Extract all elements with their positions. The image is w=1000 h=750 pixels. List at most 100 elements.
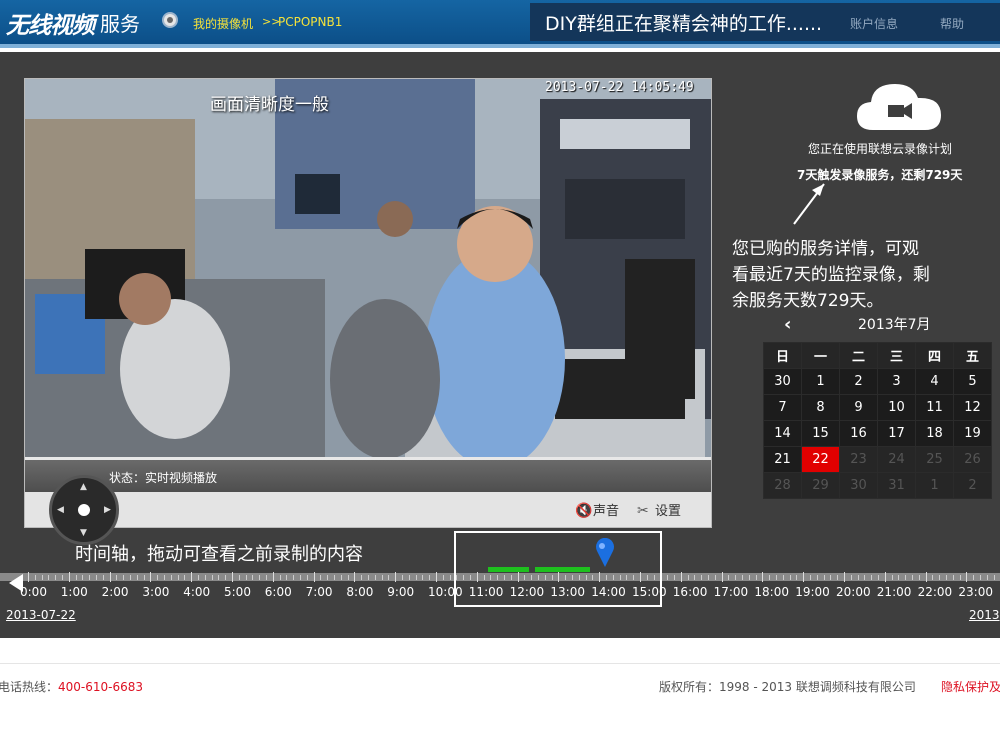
calendar-day[interactable]: 2 [839, 368, 878, 395]
timeline-minor-tick [164, 575, 165, 580]
weekday-header: 二 [839, 342, 878, 369]
timeline-minor-tick [55, 575, 57, 580]
timeline-minor-tick [327, 575, 329, 580]
logo[interactable]: 无线视频 [6, 6, 95, 40]
calendar-day[interactable]: 19 [953, 420, 992, 447]
timeline-minor-tick [136, 575, 138, 580]
timeline-hour-label: 21:00 [876, 585, 912, 599]
sound-button[interactable]: 🔇声音 [575, 500, 619, 519]
calendar-prev-month-button[interactable]: ‹ [784, 314, 791, 335]
calendar-day[interactable]: 4 [915, 368, 954, 395]
arrow-right-icon[interactable]: ▶ [104, 505, 111, 515]
timeline-scroll-left-icon[interactable] [9, 574, 23, 592]
timeline-minor-tick [939, 575, 941, 580]
timeline-minor-tick [306, 575, 308, 580]
callout-arrow-icon [793, 183, 825, 225]
calendar-day[interactable]: 14 [763, 420, 802, 447]
timeline-minor-tick [667, 575, 669, 580]
timeline-hour-label: 20:00 [836, 585, 871, 599]
calendar-day-disabled: 2 [953, 472, 992, 499]
calendar-day[interactable]: 7 [763, 394, 802, 421]
timeline-minor-tick [905, 575, 907, 580]
privacy-link[interactable]: 隐私保护及 [941, 678, 1000, 695]
timeline-minor-tick [116, 575, 118, 580]
timeline-minor-tick [211, 575, 213, 580]
breadcrumb-my-cameras[interactable]: 我的摄像机 [193, 15, 253, 32]
timeline-major-tick [721, 572, 723, 582]
timeline-minor-tick [742, 575, 743, 580]
timeline-minor-tick [776, 575, 777, 580]
timeline-hour-label: 6:00 [264, 585, 292, 599]
timeline-minor-tick [402, 575, 403, 580]
calendar-day[interactable]: 16 [839, 420, 878, 447]
calendar-day[interactable]: 11 [915, 394, 954, 421]
calendar-day-disabled: 29 [801, 472, 840, 499]
timeline-minor-tick [429, 575, 431, 580]
footer-hotline: 电话热线：400-610-6683 [0, 678, 143, 695]
timeline-major-tick [272, 572, 274, 582]
timeline-minor-tick [89, 575, 91, 580]
arrow-up-icon[interactable]: ▲ [80, 482, 87, 492]
timeline-minor-tick [973, 575, 975, 580]
live-video-view[interactable]: 2013-07-22 14:05:49 画面清晰度一般 [25, 79, 711, 457]
sound-label: 声音 [593, 504, 620, 519]
timeline-major-tick [28, 572, 29, 582]
calendar-day[interactable]: 15 [801, 420, 840, 447]
calendar-day[interactable]: 1 [801, 368, 840, 395]
calendar-day[interactable]: 18 [915, 420, 954, 447]
timeline-minor-tick [714, 575, 716, 580]
timeline-minor-tick [184, 575, 186, 580]
ptz-center-button[interactable] [78, 504, 90, 516]
calendar-day[interactable]: 8 [801, 394, 840, 421]
calendar-day[interactable]: 9 [839, 394, 878, 421]
timeline-minor-tick [918, 575, 920, 580]
quality-annotation: 画面清晰度一般 [210, 95, 329, 115]
breadcrumb-device[interactable]: PCPOPNB1 [278, 15, 342, 29]
help-link[interactable]: 帮助 [940, 15, 964, 32]
footer-copyright: 版权所有：1998 - 2013 联想调频科技有限公司 [659, 680, 916, 694]
timeline-minor-tick [857, 575, 859, 580]
weekday-header: 三 [877, 342, 916, 369]
timeline-minor-tick [123, 575, 125, 580]
timeline-hour-label: 18:00 [754, 585, 789, 599]
video-timestamp: 2013-07-22 14:05:49 [545, 80, 694, 95]
timeline-minor-tick [959, 575, 961, 580]
timeline-hour-label: 19:00 [795, 585, 830, 599]
timeline-minor-tick [361, 575, 363, 580]
calendar-day[interactable]: 5 [953, 368, 992, 395]
calendar-day-disabled: 23 [839, 446, 878, 473]
timeline-minor-tick [347, 575, 349, 580]
calendar-day[interactable]: 3 [877, 368, 916, 395]
arrow-left-icon[interactable]: ◀ [57, 505, 64, 515]
calendar-day[interactable]: 10 [877, 394, 916, 421]
timeline-hour-label: 9:00 [387, 585, 415, 599]
settings-button[interactable]: ✂ 设置 [637, 500, 681, 519]
timeline-minor-tick [381, 575, 383, 580]
ptz-control[interactable]: ▲ ▼ ◀ ▶ [49, 475, 119, 545]
timeline-date-end[interactable]: 2013 [969, 608, 1000, 622]
footer-divider [0, 663, 1000, 664]
calendar-day-selected[interactable]: 22 [801, 446, 840, 473]
timeline-minor-tick [102, 575, 104, 580]
timeline-hour-label: 23:00 [958, 585, 993, 599]
account-info-link[interactable]: 账户信息 [850, 15, 898, 32]
timeline-major-tick [354, 572, 356, 582]
timeline-minor-tick [701, 575, 703, 580]
timeline-minor-tick [449, 575, 451, 580]
timeline-minor-tick [789, 575, 791, 580]
calendar-day[interactable]: 30 [763, 368, 802, 395]
calendar-day[interactable]: 17 [877, 420, 916, 447]
timeline-date-start[interactable]: 2013-07-22 [6, 608, 76, 622]
calendar-day[interactable]: 21 [763, 446, 802, 473]
timeline-hour-label: 3:00 [142, 585, 170, 599]
timeline-minor-tick [946, 575, 947, 580]
arrow-down-icon[interactable]: ▼ [80, 528, 87, 538]
timeline-major-tick [232, 572, 233, 582]
timeline-minor-tick [898, 575, 900, 580]
timeline-annotation: 时间轴，拖动可查看之前录制的内容 [75, 544, 363, 565]
calendar-day[interactable]: 12 [953, 394, 992, 421]
playhead-pin-icon[interactable] [594, 538, 616, 568]
weekday-header: 一 [801, 342, 840, 369]
timeline-minor-tick [415, 575, 417, 580]
timeline-minor-tick [816, 575, 818, 580]
